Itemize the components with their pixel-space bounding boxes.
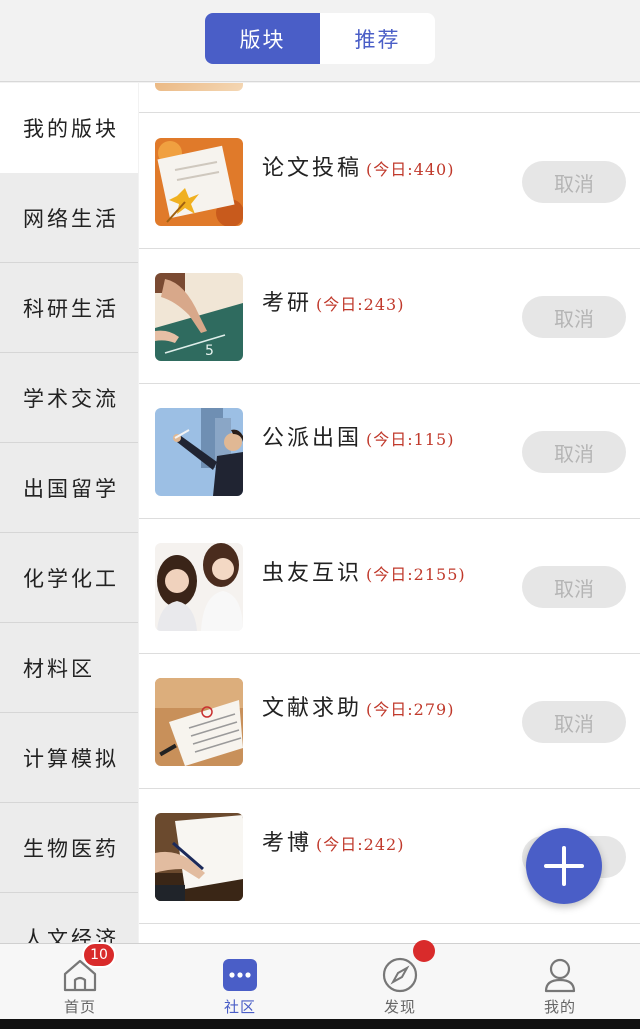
sidebar-item-academic-exchange[interactable]: 学术交流 [0,353,138,443]
sidebar-item-biomedicine[interactable]: 生物医药 [0,803,138,893]
board-title: 论文投稿 [262,156,363,181]
plus-icon [544,846,584,886]
category-sidebar: 我的版块 网络生活 科研生活 学术交流 出国留学 化学化工 材料区 计算模拟 生… [0,83,138,943]
nav-community[interactable]: 社区 [160,944,320,1020]
new-content-dot [413,940,435,962]
list-item[interactable]: 虫友互识 (今日:2155) 取消 [139,519,640,654]
book-thumbnail [155,678,243,766]
list-item[interactable]: 论文投稿 (今日:440) 取消 [139,114,640,249]
sidebar-item-online-life[interactable]: 网络生活 [0,173,138,263]
svg-text:5: 5 [205,343,214,359]
add-board-button[interactable] [526,828,602,904]
sidebar-item-chemistry[interactable]: 化学化工 [0,533,138,623]
cancel-button[interactable]: 取消 [522,296,626,338]
board-list: 论文投稿 (今日:440) 取消 5 考研 (今日:243) 取消 公派出国 (… [139,83,640,943]
list-item [139,83,640,113]
list-item[interactable]: 公派出国 (今日:115) 取消 [139,384,640,519]
today-count: (今日:115) [366,430,455,449]
today-count: (今日:2155) [366,565,466,584]
sidebar-item-research-life[interactable]: 科研生活 [0,263,138,353]
board-thumbnail [155,83,243,91]
nav-label-discover: 发现 [383,998,416,1016]
sidebar-item-humanities[interactable]: 人文经济 [0,893,138,944]
nav-home[interactable]: 首页 10 [0,942,160,1020]
tab-boards[interactable]: 版块 [205,13,320,64]
board-title: 虫友互识 [262,561,363,586]
board-title: 文献求助 [262,696,363,721]
cancel-button[interactable]: 取消 [522,431,626,473]
presenter-thumbnail [155,408,243,496]
cancel-button[interactable]: 取消 [522,161,626,203]
nav-profile[interactable]: 我的 [480,944,640,1020]
nav-label-community: 社区 [223,998,256,1016]
board-title: 考研 [262,291,313,316]
sidebar-item-materials[interactable]: 材料区 [0,623,138,713]
today-count: (今日:243) [316,295,405,314]
cancel-button[interactable]: 取消 [522,566,626,608]
bottom-nav: 首页 10 社区 发现 我的 [0,940,640,1020]
compass-icon [382,957,418,993]
nav-label-profile: 我的 [543,998,576,1016]
community-icon [223,959,257,991]
cancel-button[interactable]: 取消 [522,701,626,743]
paper-leaf-thumbnail [155,138,243,226]
today-count: (今日:279) [366,700,455,719]
tab-recommended[interactable]: 推荐 [320,13,435,64]
segmented-control: 版块 推荐 [205,13,435,64]
header-bar: 版块 推荐 [0,0,640,82]
notification-badge: 10 [82,942,116,968]
sidebar-item-study-abroad[interactable]: 出国留学 [0,443,138,533]
user-icon [544,958,576,993]
chalkboard-thumbnail: 5 [155,273,243,361]
nav-label-home: 首页 [63,998,96,1016]
board-title: 考博 [262,831,313,856]
writing-thumbnail [155,813,243,901]
list-item[interactable]: 文献求助 (今日:279) 取消 [139,654,640,789]
board-title: 公派出国 [262,426,363,451]
list-item[interactable]: 5 考研 (今日:243) 取消 [139,249,640,384]
sidebar-item-computation[interactable]: 计算模拟 [0,713,138,803]
today-count: (今日:440) [366,160,455,179]
friends-thumbnail [155,543,243,631]
sidebar-item-my-boards[interactable]: 我的版块 [0,83,138,173]
system-bar [0,1019,640,1029]
today-count: (今日:242) [316,835,405,854]
nav-discover[interactable]: 发现 [320,944,480,1020]
